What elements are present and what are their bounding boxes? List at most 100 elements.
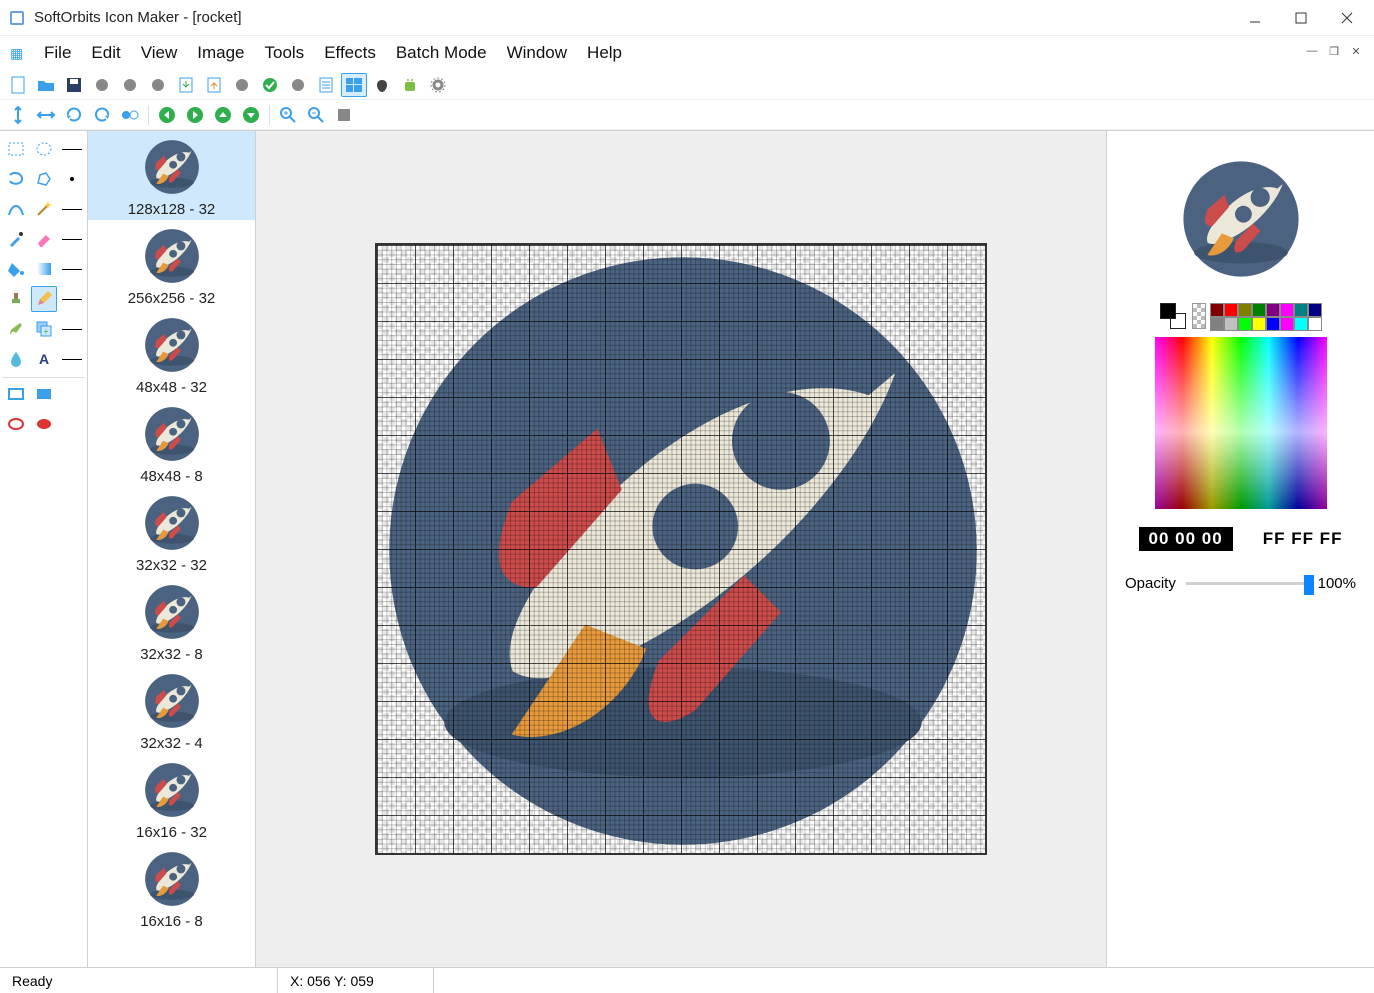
line-style-2[interactable]	[60, 196, 83, 222]
check-circle-button[interactable]	[257, 73, 283, 97]
gradient-tool[interactable]	[31, 256, 57, 282]
size-item[interactable]: 32x32 - 4	[88, 665, 255, 754]
fg-color-hex[interactable]: 00 00 00	[1139, 527, 1233, 551]
ellipse-select-tool[interactable]	[31, 136, 57, 162]
bucket-tool[interactable]	[3, 256, 29, 282]
line-style-9[interactable]	[60, 381, 83, 407]
zoom-in-button[interactable]	[275, 103, 301, 127]
color-picker[interactable]	[1155, 337, 1327, 509]
menu-window[interactable]: Window	[497, 39, 577, 66]
swatch[interactable]	[1308, 303, 1322, 317]
swatch[interactable]	[1252, 317, 1266, 331]
line-style-5[interactable]	[60, 286, 83, 312]
line-style-6[interactable]	[60, 316, 83, 342]
circle-button[interactable]	[229, 73, 255, 97]
rect-filled-tool[interactable]	[31, 381, 57, 407]
circle-button[interactable]	[117, 73, 143, 97]
brush-tool[interactable]	[3, 316, 29, 342]
stamp-tool[interactable]	[3, 286, 29, 312]
ellipse-tool[interactable]	[3, 411, 29, 437]
window-minimize-button[interactable]	[1232, 3, 1278, 33]
new-doc-button[interactable]	[5, 73, 31, 97]
line-style-10[interactable]	[60, 411, 83, 437]
zoom-width-button[interactable]	[33, 103, 59, 127]
circle-button[interactable]	[145, 73, 171, 97]
circle-button[interactable]	[285, 73, 311, 97]
fg-bg-swatch[interactable]	[1160, 303, 1186, 329]
arrow-up-button[interactable]	[210, 103, 236, 127]
size-item[interactable]: 32x32 - 8	[88, 576, 255, 665]
zoom-height-button[interactable]	[5, 103, 31, 127]
menu-batch-mode[interactable]: Batch Mode	[386, 39, 497, 66]
size-item[interactable]: 16x16 - 32	[88, 754, 255, 843]
menu-edit[interactable]: Edit	[81, 39, 130, 66]
ellipse-filled-tool[interactable]	[31, 411, 57, 437]
swatch[interactable]	[1238, 317, 1252, 331]
picker-tool[interactable]	[3, 226, 29, 252]
swatch[interactable]	[1294, 303, 1308, 317]
lasso-tool[interactable]	[3, 166, 29, 192]
android-button[interactable]	[397, 73, 423, 97]
flip-x-button[interactable]	[117, 103, 143, 127]
eraser-tool[interactable]	[31, 226, 57, 252]
swatch[interactable]	[1224, 303, 1238, 317]
swatch[interactable]	[1280, 303, 1294, 317]
line-style-1[interactable]	[60, 166, 83, 192]
save-button[interactable]	[61, 73, 87, 97]
import-device-button[interactable]	[173, 73, 199, 97]
zoom-out-button[interactable]	[303, 103, 329, 127]
swatch[interactable]	[1224, 317, 1238, 331]
menu-view[interactable]: View	[131, 39, 188, 66]
size-list[interactable]: 128x128 - 32256x256 - 3248x48 - 3248x48 …	[88, 131, 256, 967]
arrow-left-button[interactable]	[154, 103, 180, 127]
bg-color-hex[interactable]: FF FF FF	[1263, 529, 1343, 549]
swatch[interactable]	[1238, 303, 1252, 317]
line-style-7[interactable]	[60, 346, 83, 372]
gear-button[interactable]	[425, 73, 451, 97]
circle-button[interactable]	[89, 73, 115, 97]
text-tool[interactable]: A	[31, 346, 57, 372]
poly-lasso-tool[interactable]	[31, 166, 57, 192]
canvas[interactable]	[375, 243, 987, 855]
line-style-3[interactable]	[60, 226, 83, 252]
open-folder-button[interactable]	[33, 73, 59, 97]
swatch[interactable]	[1280, 317, 1294, 331]
swatch[interactable]	[1266, 317, 1280, 331]
menu-help[interactable]: Help	[577, 39, 632, 66]
stop-button[interactable]	[331, 103, 357, 127]
swatch[interactable]	[1210, 317, 1224, 331]
line-style-0[interactable]	[60, 136, 83, 162]
mdi-close-button[interactable]: ✕	[1346, 42, 1366, 60]
swatch[interactable]	[1266, 303, 1280, 317]
mdi-minimize-button[interactable]: —	[1302, 42, 1322, 60]
swatch[interactable]	[1210, 303, 1224, 317]
menu-effects[interactable]: Effects	[314, 39, 386, 66]
menu-tools[interactable]: Tools	[255, 39, 315, 66]
rect-tool[interactable]	[3, 381, 29, 407]
size-item[interactable]: 48x48 - 32	[88, 309, 255, 398]
arrow-right-button[interactable]	[182, 103, 208, 127]
export-button[interactable]	[201, 73, 227, 97]
menu-file[interactable]: File	[34, 39, 81, 66]
size-item[interactable]: 32x32 - 32	[88, 487, 255, 576]
curve-tool[interactable]	[3, 196, 29, 222]
pencil-tool[interactable]	[31, 286, 57, 312]
window-close-button[interactable]	[1324, 3, 1370, 33]
rotate-ccw-button[interactable]	[89, 103, 115, 127]
arrow-down-button[interactable]	[238, 103, 264, 127]
doc-list-button[interactable]	[313, 73, 339, 97]
swatch[interactable]	[1308, 317, 1322, 331]
size-item[interactable]: 48x48 - 8	[88, 398, 255, 487]
size-item[interactable]: 16x16 - 8	[88, 843, 255, 932]
windows-button[interactable]	[341, 73, 367, 97]
clone-tool[interactable]: +	[31, 316, 57, 342]
window-maximize-button[interactable]	[1278, 3, 1324, 33]
menu-image[interactable]: Image	[187, 39, 254, 66]
blur-tool[interactable]	[3, 346, 29, 372]
wand-tool[interactable]	[31, 196, 57, 222]
size-item[interactable]: 128x128 - 32	[88, 131, 255, 220]
line-style-4[interactable]	[60, 256, 83, 282]
rect-select-tool[interactable]	[3, 136, 29, 162]
mdi-restore-button[interactable]: ❐	[1324, 42, 1344, 60]
transparent-swatch[interactable]	[1192, 303, 1206, 329]
